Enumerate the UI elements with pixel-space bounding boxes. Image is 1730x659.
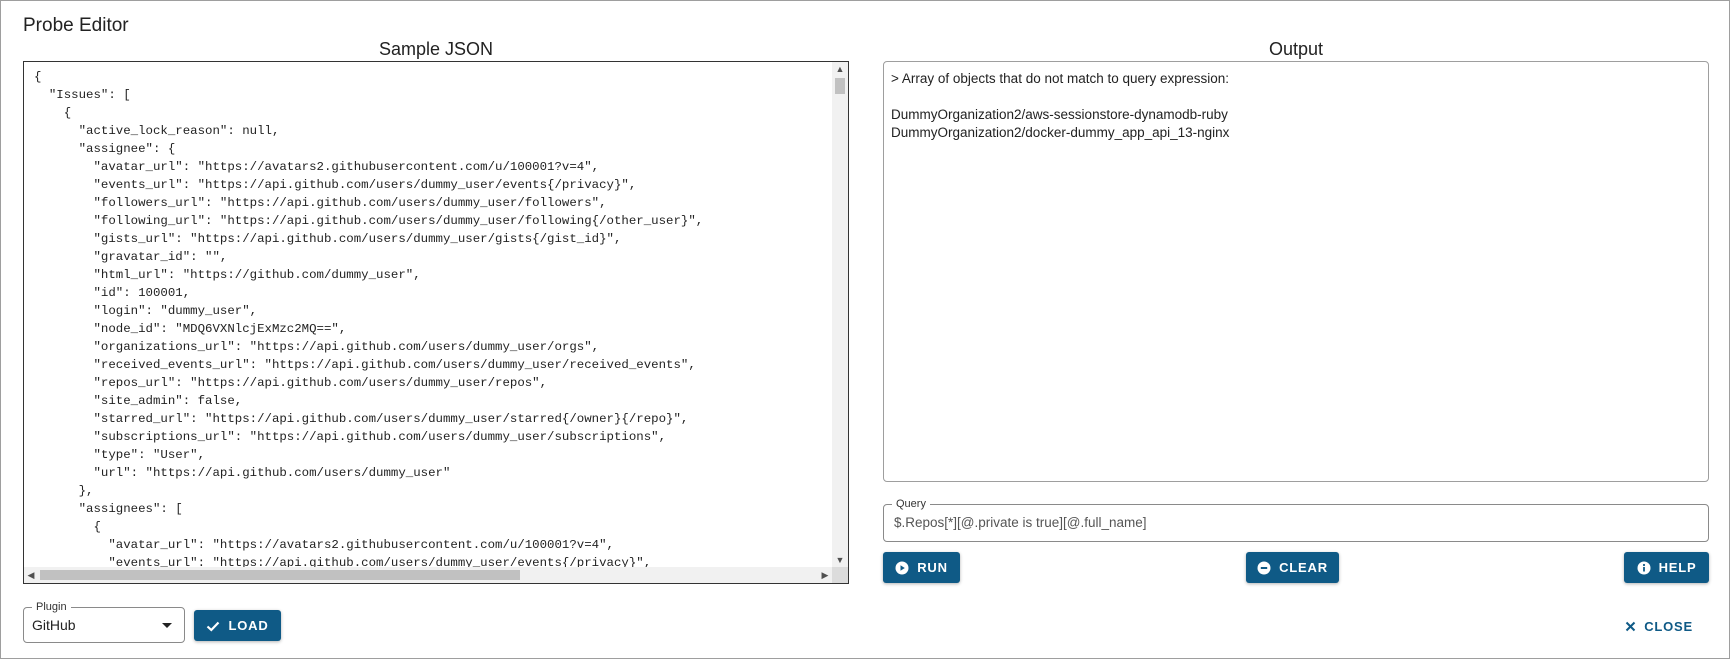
close-icon	[1625, 621, 1636, 632]
scrollbar-corner	[832, 567, 848, 583]
minus-circle-icon	[1257, 561, 1271, 575]
json-line: "organizations_url": "https://api.github…	[34, 340, 600, 354]
output-line: DummyOrganization2/aws-sessionstore-dyna…	[891, 107, 1228, 122]
json-line: "subscriptions_url": "https://api.github…	[34, 430, 667, 444]
json-line: "events_url": "https://api.github.com/us…	[34, 556, 652, 567]
output-heading: Output	[1268, 39, 1324, 59]
load-button[interactable]: LOAD	[194, 610, 281, 641]
plugin-selected-value[interactable]: GitHub	[32, 608, 76, 642]
scroll-left-icon[interactable]: ◀	[24, 567, 38, 583]
output-panel: > Array of objects that do not match to …	[883, 61, 1709, 482]
output-line: DummyOrganization2/docker-dummy_app_api_…	[891, 125, 1230, 140]
query-field[interactable]: Query	[883, 497, 1709, 542]
run-button-label: RUN	[917, 560, 948, 575]
json-line: "events_url": "https://api.github.com/us…	[34, 178, 637, 192]
json-line: "node_id": "MDQ6VXNlcjExMzc2MQ==",	[34, 322, 347, 336]
query-input[interactable]	[894, 505, 1698, 541]
json-line: "assignee": {	[34, 142, 176, 156]
probe-editor-dialog: Probe Editor Sample JSON Output { "Issue…	[0, 0, 1730, 659]
json-line: "site_admin": false,	[34, 394, 243, 408]
sample-json-text[interactable]: { "Issues": [ { "active_lock_reason": nu…	[34, 68, 830, 567]
json-line: "avatar_url": "https://avatars2.githubus…	[34, 160, 600, 174]
scroll-right-icon[interactable]: ▶	[818, 567, 832, 583]
json-line: "received_events_url": "https://api.gith…	[34, 358, 696, 372]
close-button-label: CLOSE	[1644, 618, 1693, 634]
plugin-select[interactable]: Plugin GitHub	[23, 600, 185, 643]
json-line: "login": "dummy_user",	[34, 304, 258, 318]
json-line: "repos_url": "https://api.github.com/use…	[34, 376, 548, 390]
vertical-scrollbar[interactable]: ▲ ▼	[832, 62, 848, 567]
json-line: "url": "https://api.github.com/users/dum…	[34, 466, 451, 480]
json-line: "starred_url": "https://api.github.com/u…	[34, 412, 689, 426]
scroll-up-icon[interactable]: ▲	[832, 62, 848, 76]
horizontal-scroll-thumb[interactable]	[40, 570, 520, 580]
sample-json-heading: Sample JSON	[378, 39, 494, 59]
close-button[interactable]: CLOSE	[1625, 616, 1693, 636]
json-line: "assignees": [	[34, 502, 183, 516]
json-line: "type": "User",	[34, 448, 206, 462]
scroll-down-icon[interactable]: ▼	[832, 553, 848, 567]
help-button-label: HELP	[1658, 560, 1697, 575]
json-line: },	[34, 484, 94, 498]
json-line: "id": 100001,	[34, 286, 191, 300]
sample-json-editor[interactable]: { "Issues": [ { "active_lock_reason": nu…	[23, 61, 849, 584]
json-line: {	[34, 520, 101, 534]
check-icon	[206, 619, 220, 633]
dropdown-arrow-icon[interactable]	[162, 623, 172, 628]
json-line: "avatar_url": "https://avatars2.githubus…	[34, 538, 614, 552]
json-line: {	[34, 70, 42, 84]
info-circle-icon	[1637, 561, 1651, 575]
json-line: "html_url": "https://github.com/dummy_us…	[34, 268, 421, 282]
json-line: "following_url": "https://api.github.com…	[34, 214, 704, 228]
dialog-title: Probe Editor	[23, 15, 129, 36]
horizontal-scrollbar[interactable]: ◀ ▶	[24, 567, 832, 583]
json-line: "Issues": [	[34, 88, 131, 102]
json-line: {	[34, 106, 72, 120]
json-line: "active_lock_reason": null,	[34, 124, 280, 138]
json-line: "gravatar_id": "",	[34, 250, 228, 264]
clear-button[interactable]: CLEAR	[1246, 552, 1339, 583]
load-button-label: LOAD	[228, 618, 269, 633]
help-button[interactable]: HELP	[1624, 552, 1709, 583]
vertical-scroll-thumb[interactable]	[835, 78, 845, 94]
play-circle-icon	[895, 561, 909, 575]
output-line: > Array of objects that do not match to …	[891, 71, 1230, 86]
run-button[interactable]: RUN	[883, 552, 960, 583]
json-line: "gists_url": "https://api.github.com/use…	[34, 232, 622, 246]
json-line: "followers_url": "https://api.github.com…	[34, 196, 607, 210]
clear-button-label: CLEAR	[1279, 560, 1328, 575]
